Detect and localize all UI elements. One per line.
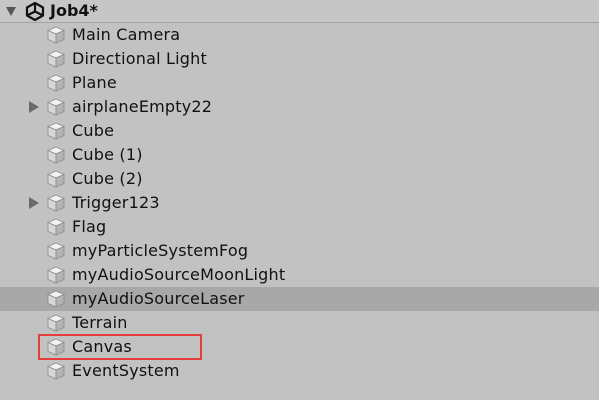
scene-header[interactable]: Job4*: [0, 0, 599, 23]
hierarchy-item-cube-2[interactable]: Cube (2): [0, 167, 599, 191]
hierarchy-item-plane[interactable]: Plane: [0, 71, 599, 95]
gameobject-cube-icon: [47, 242, 65, 260]
hierarchy-item-main-camera[interactable]: Main Camera: [0, 23, 599, 47]
scene-title: Job4*: [50, 1, 98, 20]
gameobject-cube-icon: [47, 146, 65, 164]
gameobject-cube-icon: [47, 266, 65, 284]
hierarchy-item-label: Terrain: [72, 313, 128, 332]
hierarchy-item-eventsystem[interactable]: EventSystem: [0, 359, 599, 383]
gameobject-cube-icon: [47, 290, 65, 308]
gameobject-cube-icon: [47, 314, 65, 332]
hierarchy-item-label: Main Camera: [72, 25, 181, 44]
expand-arrow-icon[interactable]: [29, 197, 39, 209]
gameobject-cube-icon: [47, 74, 65, 92]
hierarchy-item-flag[interactable]: Flag: [0, 215, 599, 239]
hierarchy-item-cube[interactable]: Cube: [0, 119, 599, 143]
gameobject-cube-icon: [47, 122, 65, 140]
hierarchy-item-myparticlesystemfog[interactable]: myParticleSystemFog: [0, 239, 599, 263]
hierarchy-item-myaudiosourcemoonlight[interactable]: myAudioSourceMoonLight: [0, 263, 599, 287]
expand-arrow-icon[interactable]: [29, 101, 39, 113]
gameobject-cube-icon: [47, 170, 65, 188]
hierarchy-item-myaudiosourcelaser[interactable]: myAudioSourceLaser: [0, 287, 599, 311]
hierarchy-item-label: myAudioSourceMoonLight: [72, 265, 286, 284]
hierarchy-item-label: myAudioSourceLaser: [72, 289, 245, 308]
gameobject-cube-icon: [47, 26, 65, 44]
unity-logo-icon: [25, 1, 45, 21]
hierarchy-item-trigger123[interactable]: Trigger123: [0, 191, 599, 215]
hierarchy-item-label: EventSystem: [72, 361, 180, 380]
gameobject-cube-icon: [47, 194, 65, 212]
collapse-arrow-icon[interactable]: [6, 7, 16, 16]
hierarchy-item-directional-light[interactable]: Directional Light: [0, 47, 599, 71]
hierarchy-item-label: myParticleSystemFog: [72, 241, 249, 260]
hierarchy-item-label: Cube (2): [72, 169, 143, 188]
hierarchy-item-label: Trigger123: [72, 193, 160, 212]
hierarchy-item-airplaneempty22[interactable]: airplaneEmpty22: [0, 95, 599, 119]
hierarchy-item-label: Directional Light: [72, 49, 207, 68]
hierarchy-item-label: Flag: [72, 217, 107, 236]
gameobject-cube-icon: [47, 98, 65, 116]
hierarchy-panel: Job4* Main Camera Directional Light Plan…: [0, 0, 599, 400]
hierarchy-item-label: Plane: [72, 73, 117, 92]
hierarchy-item-terrain[interactable]: Terrain: [0, 311, 599, 335]
gameobject-cube-icon: [47, 218, 65, 236]
hierarchy-item-label: airplaneEmpty22: [72, 97, 213, 116]
gameobject-cube-icon: [47, 50, 65, 68]
gameobject-cube-icon: [47, 362, 65, 380]
hierarchy-item-label: Cube (1): [72, 145, 143, 164]
hierarchy-item-label: Cube: [72, 121, 115, 140]
hierarchy-item-canvas[interactable]: Canvas: [0, 335, 599, 359]
hierarchy-item-label: Canvas: [72, 337, 132, 356]
hierarchy-item-cube-1[interactable]: Cube (1): [0, 143, 599, 167]
gameobject-cube-icon: [47, 338, 65, 356]
